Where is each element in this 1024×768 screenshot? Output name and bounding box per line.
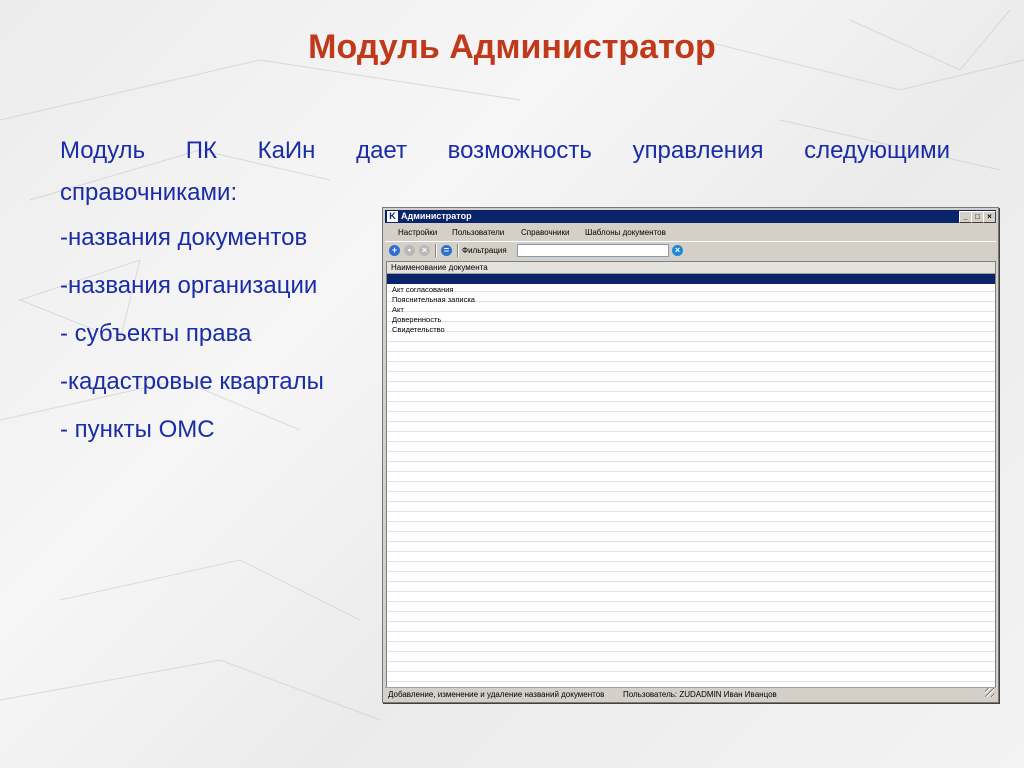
documents-grid: Наименование документа Акт согласования …: [386, 261, 996, 688]
filter-label: Фильтрация: [462, 246, 507, 255]
intro-word: возможность: [447, 137, 592, 164]
resize-grip-icon[interactable]: [985, 688, 994, 697]
intro-word: дает: [356, 137, 407, 164]
bullet-item: - субъекты права: [60, 320, 252, 347]
intro-line-1: Модуль ПК КаИн дает возможность управлен…: [60, 130, 950, 172]
add-icon[interactable]: +: [389, 245, 400, 256]
filter-icon[interactable]: =: [441, 245, 452, 256]
bullet-item: -названия организации: [60, 272, 318, 299]
intro-paragraph: Модуль ПК КаИн дает возможность управлен…: [60, 130, 950, 214]
menu-directories[interactable]: Справочники: [521, 228, 569, 237]
table-row[interactable]: Пояснительная записка: [387, 295, 995, 305]
intro-word: КаИн: [257, 137, 316, 164]
bullet-list: -названия документов -названия организац…: [60, 218, 324, 458]
table-row[interactable]: Свидетельство: [387, 325, 995, 335]
app-logo-icon: K: [387, 211, 398, 222]
intro-word: следующими: [804, 137, 950, 164]
table-row[interactable]: Доверенность: [387, 315, 995, 325]
menu-templates[interactable]: Шаблоны документов: [585, 228, 666, 237]
close-button[interactable]: ×: [983, 211, 996, 223]
column-header-label: Наименование документа: [391, 263, 488, 272]
filter-input[interactable]: [517, 244, 669, 257]
bullet-item: - пункты ОМС: [60, 416, 215, 443]
table-row[interactable]: Акт: [387, 305, 995, 315]
intro-word: Модуль: [60, 137, 146, 164]
menu-settings[interactable]: Настройки: [398, 228, 437, 237]
status-user: Пользователь: ZUDADMIN Иван Иванцов: [623, 690, 777, 699]
toolbar: + • × = Фильтрация ×: [385, 241, 996, 259]
intro-word: ПК: [185, 137, 217, 164]
column-header[interactable]: Наименование документа: [387, 262, 995, 274]
menu-users[interactable]: Пользователи: [452, 228, 504, 237]
menu-bar: Настройки Пользователи Справочники Шабло…: [385, 225, 996, 239]
intro-word: управления: [632, 137, 764, 164]
slide-title: Модуль Администратор: [308, 28, 716, 66]
window-title: Администратор: [401, 211, 472, 221]
bullet-item: -названия документов: [60, 224, 308, 251]
toolbar-separator: [457, 244, 459, 257]
selected-row[interactable]: [387, 274, 995, 284]
status-bar: Добавление, изменение и удаление названи…: [385, 687, 996, 701]
bullet-item: -кадастровые кварталы: [60, 368, 324, 395]
grid-rows: Акт согласования Пояснительная записка А…: [387, 285, 995, 335]
clear-filter-icon[interactable]: ×: [672, 245, 683, 256]
status-hint: Добавление, изменение и удаление названи…: [388, 690, 605, 699]
delete-icon[interactable]: ×: [419, 245, 430, 256]
window-titlebar[interactable]: K Администратор _ □ ×: [385, 210, 996, 223]
admin-window: K Администратор _ □ × Настройки Пользова…: [382, 207, 999, 703]
toolbar-separator: [435, 244, 437, 257]
edit-icon[interactable]: •: [404, 245, 415, 256]
table-row[interactable]: Акт согласования: [387, 285, 995, 295]
